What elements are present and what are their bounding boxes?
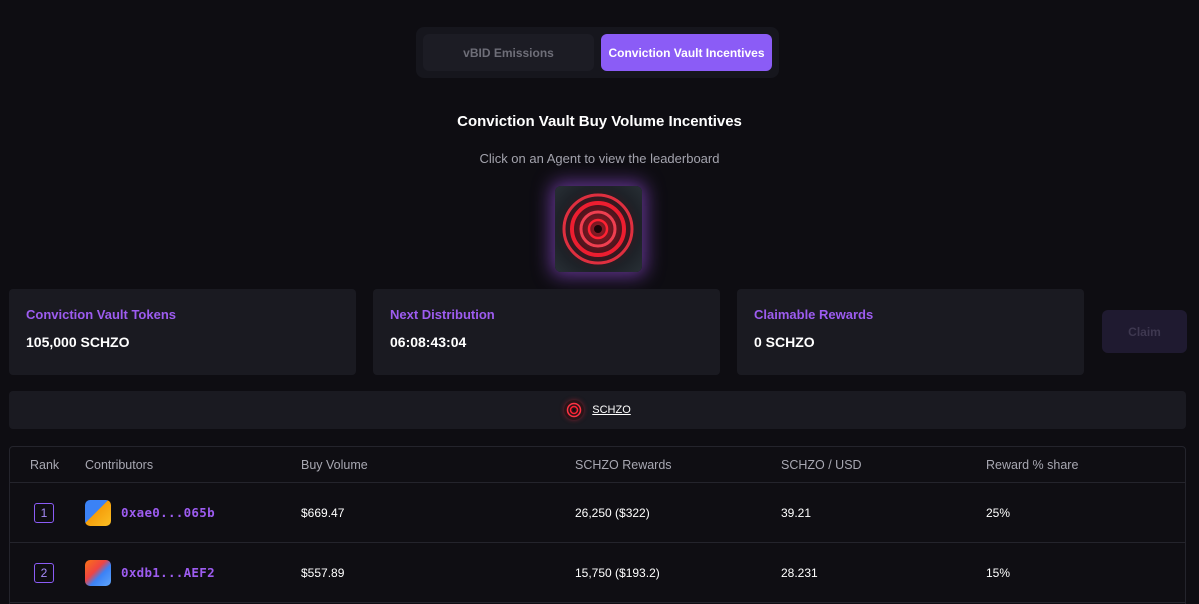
buy-volume-cell: $557.89: [301, 565, 345, 580]
rewards-cell: 15,750 ($193.2): [575, 565, 660, 580]
next-distribution-value: 06:08:43:04: [390, 334, 467, 350]
usd-cell: 39.21: [781, 505, 812, 520]
leaderboard-table: Rank Contributors Buy Volume SCHZO Rewar…: [9, 446, 1186, 604]
contributor-address[interactable]: 0xdb1...AEF2: [121, 565, 215, 580]
header-schzo-rewards: SCHZO Rewards: [575, 457, 672, 472]
usd-cell: 28.231: [781, 565, 818, 580]
header-schzo-usd: SCHZO / USD: [781, 457, 862, 472]
buy-volume-cell: $669.47: [301, 505, 345, 520]
table-row: 2 0xdb1...AEF2 $557.89 15,750 ($193.2) 2…: [10, 543, 1185, 603]
header-reward-share: Reward % share: [986, 457, 1079, 472]
conviction-vault-tokens-label: Conviction Vault Tokens: [26, 307, 177, 322]
page: vBID Emissions Conviction Vault Incentiv…: [0, 0, 1199, 604]
conviction-vault-tokens-card: Conviction Vault Tokens 105,000 SCHZO: [9, 289, 356, 375]
red-vortex-agent-icon: [555, 186, 642, 272]
claimable-rewards-card: Claimable Rewards 0 SCHZO: [737, 289, 1084, 375]
share-cell: 15%: [986, 565, 1011, 580]
header-buy-volume: Buy Volume: [301, 457, 368, 472]
tab-vbid-emissions[interactable]: vBID Emissions: [423, 34, 594, 71]
share-cell: 25%: [986, 505, 1011, 520]
token-filter-bar: SCHZO: [9, 391, 1186, 429]
rank-badge: 1: [34, 502, 54, 523]
contributor-address[interactable]: 0xae0...065b: [121, 505, 215, 520]
contributor-avatar: [85, 499, 111, 526]
page-subtitle: Click on an Agent to view the leaderboar…: [479, 151, 720, 166]
tab-conviction-vault-incentives[interactable]: Conviction Vault Incentives: [601, 34, 772, 71]
agent-card[interactable]: [555, 186, 642, 272]
next-distribution-label: Next Distribution: [390, 307, 495, 322]
conviction-vault-tokens-value: 105,000 SCHZO: [26, 334, 130, 350]
tab-switcher: vBID Emissions Conviction Vault Incentiv…: [416, 27, 779, 78]
contributor-avatar: [85, 559, 111, 586]
header-rank: Rank: [30, 457, 60, 472]
token-filter-link[interactable]: SCHZO: [592, 404, 631, 416]
claimable-rewards-label: Claimable Rewards: [754, 307, 874, 322]
header-contributors: Contributors: [85, 457, 154, 472]
rewards-cell: 26,250 ($322): [575, 505, 650, 520]
claim-button[interactable]: Claim: [1102, 310, 1187, 353]
table-row: 1 0xae0...065b $669.47 26,250 ($322) 39.…: [10, 483, 1185, 543]
rank-badge: 2: [34, 562, 54, 583]
page-title: Conviction Vault Buy Volume Incentives: [457, 113, 742, 130]
claimable-rewards-value: 0 SCHZO: [754, 334, 815, 350]
table-header-row: Rank Contributors Buy Volume SCHZO Rewar…: [10, 447, 1185, 483]
next-distribution-card: Next Distribution 06:08:43:04: [373, 289, 720, 375]
schzo-token-icon: [564, 400, 585, 420]
